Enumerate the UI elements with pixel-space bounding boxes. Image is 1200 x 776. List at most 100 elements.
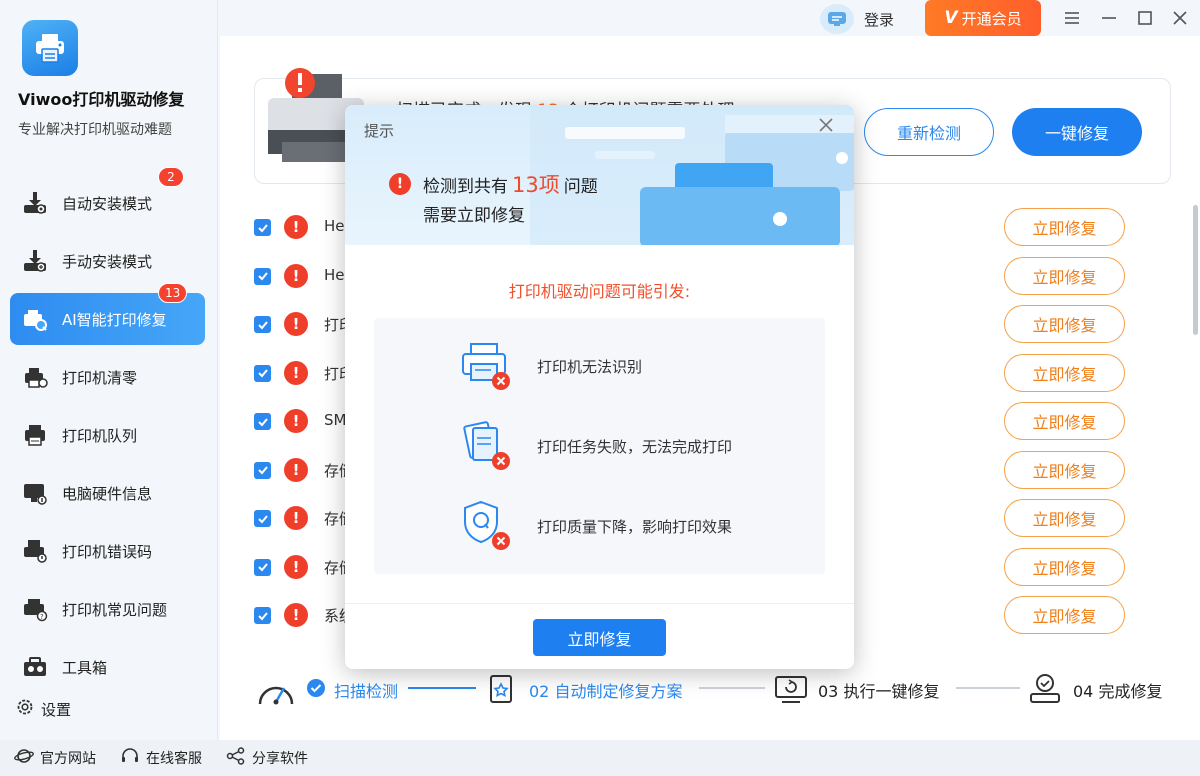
settings-button[interactable]: 设置 [15, 697, 71, 721]
warning-icon: ! [284, 215, 308, 239]
row-checkbox[interactable] [254, 461, 271, 479]
printer-logo-icon [36, 34, 64, 63]
row-checkbox[interactable] [254, 558, 271, 576]
printer-reset-icon [20, 362, 50, 392]
sidebar: Viwoo打印机驱动修复 专业解决打印机驱动难题 自动安装模式 2 手动安装模式… [0, 0, 218, 740]
step-connector [956, 687, 1020, 689]
fix-now-button[interactable]: 立即修复 [533, 619, 666, 656]
cause-text: 打印任务失败，无法完成打印 [537, 437, 733, 456]
share-link[interactable]: 分享软件 [226, 747, 308, 769]
fix-now-button[interactable]: 立即修复 [1004, 499, 1125, 537]
warning-icon: ! [284, 506, 308, 530]
row-checkbox[interactable] [254, 607, 271, 624]
cause-list: 打印机无法识别 打印任务失败，无法完成打印 打印质量下降，影响打印效果 [374, 318, 825, 574]
warning-icon: ! [284, 263, 308, 288]
faq-printer-icon: ? [20, 594, 50, 624]
sidebar-item-printer-reset[interactable]: 打印机清零 [10, 351, 205, 403]
maximize-icon[interactable] [1133, 6, 1157, 30]
row-checkbox[interactable] [254, 413, 271, 430]
sidebar-item-toolbox[interactable]: 工具箱 [10, 641, 205, 693]
scrollbar[interactable] [1193, 205, 1198, 335]
detect-suffix: 问题 [563, 176, 598, 197]
cause-text: 打印机无法识别 [537, 357, 643, 376]
support-label: 在线客服 [146, 751, 202, 767]
warning-icon: ! [284, 312, 308, 336]
plan-document-icon [488, 674, 516, 708]
step-4-label: 04 完成修复 [1073, 682, 1163, 701]
warning-icon: ! [284, 603, 308, 627]
dialog-title: 提示 [364, 122, 395, 140]
close-icon[interactable] [815, 117, 837, 139]
app-logo [22, 20, 78, 76]
download-drive-icon [20, 188, 50, 218]
vip-button[interactable]: V 开通会员 [925, 0, 1041, 36]
login-label: 登录 [864, 10, 895, 29]
app-title: Viwoo打印机驱动修复 [18, 90, 185, 109]
row-checkbox[interactable] [254, 219, 271, 236]
sidebar-item-error-codes[interactable]: 打印机错误码 [10, 525, 205, 577]
vip-label: 开通会员 [961, 9, 1022, 28]
check-circle-icon [306, 678, 326, 702]
ai-repair-icon [20, 304, 50, 334]
sidebar-item-label: 电脑硬件信息 [62, 484, 153, 503]
row-checkbox[interactable] [254, 364, 271, 382]
sidebar-item-faq[interactable]: ? 打印机常见问题 [10, 583, 205, 635]
detect-count: 13项 [512, 173, 560, 197]
fix-now-button[interactable]: 立即修复 [1004, 305, 1125, 343]
chat-monitor-icon [828, 12, 846, 26]
progress-steps: 扫描检测 02 自动制定修复方案 03 执行一键修复 04 完成修复 [256, 666, 1176, 710]
fix-now-button[interactable]: 立即修复 [1004, 208, 1125, 246]
rescan-button[interactable]: 重新检测 [864, 108, 994, 156]
sidebar-item-label: 打印机队列 [62, 426, 138, 445]
sidebar-item-printer-queue[interactable]: 打印机队列 [10, 409, 205, 461]
row-checkbox[interactable] [254, 316, 271, 333]
sidebar-item-ai-repair[interactable]: AI智能打印修复 13 [10, 283, 205, 345]
sidebar-item-label: 手动安装模式 [62, 252, 153, 271]
avatar [820, 4, 854, 34]
sidebar-item-label: 打印机常见问题 [62, 600, 168, 619]
support-link[interactable]: 在线客服 [120, 747, 202, 769]
planet-icon [14, 747, 34, 769]
cause-item: 打印任务失败，无法完成打印 [459, 418, 732, 474]
fix-now-button[interactable]: 立即修复 [1004, 547, 1125, 586]
step-2-label: 02 自动制定修复方案 [529, 682, 683, 701]
row-checkbox[interactable] [254, 267, 271, 285]
sidebar-item-manual-install[interactable]: 手动安装模式 [10, 235, 205, 287]
fix-now-button[interactable]: 立即修复 [1004, 596, 1125, 634]
row-checkbox[interactable] [254, 510, 271, 527]
warning-icon: ! [284, 409, 308, 433]
speedometer-icon [256, 672, 296, 712]
website-link[interactable]: 官方网站 [14, 747, 96, 769]
sidebar-item-label: 自动安装模式 [62, 194, 153, 213]
cause-item: 打印机无法识别 [459, 338, 642, 394]
cause-title: 打印机驱动问题可能引发: [508, 282, 691, 301]
warning-icon: ! [389, 173, 411, 195]
monitor-info-icon [20, 478, 50, 508]
settings-label: 设置 [41, 700, 72, 719]
fix-now-button[interactable]: 立即修复 [1004, 450, 1125, 489]
sidebar-item-hardware-info[interactable]: 电脑硬件信息 [10, 467, 205, 519]
fix-now-button[interactable]: 立即修复 [1004, 256, 1125, 295]
warning-icon: ! [284, 457, 308, 482]
quality-shield-error-icon [459, 498, 515, 554]
close-icon[interactable] [1168, 6, 1192, 30]
monitor-refresh-icon [774, 674, 808, 708]
login-button[interactable]: 登录 [820, 4, 894, 34]
printer-queue-icon [20, 420, 50, 450]
menu-icon[interactable] [1060, 6, 1084, 30]
fix-now-button[interactable]: 立即修复 [1004, 402, 1125, 440]
vip-v-icon: V [944, 8, 958, 28]
one-click-fix-button[interactable]: 一键修复 [1012, 108, 1142, 156]
detect-prefix: 检测到共有 [423, 176, 508, 197]
dialog-footer: 立即修复 [345, 603, 854, 669]
minimize-icon[interactable] [1097, 6, 1121, 30]
cause-item: 打印质量下降，影响打印效果 [459, 498, 732, 554]
sidebar-item-auto-install[interactable]: 自动安装模式 2 [10, 167, 205, 229]
warning-icon: ! [284, 554, 308, 579]
gear-icon [15, 697, 35, 721]
fix-now-button[interactable]: 立即修复 [1004, 353, 1125, 392]
sidebar-item-label: 打印机清零 [62, 368, 138, 387]
cause-text: 打印质量下降，影响打印效果 [537, 517, 733, 536]
sidebar-item-label: AI智能打印修复 [62, 310, 167, 329]
detect-summary: ! 检测到共有 13项 问题 [389, 169, 598, 199]
